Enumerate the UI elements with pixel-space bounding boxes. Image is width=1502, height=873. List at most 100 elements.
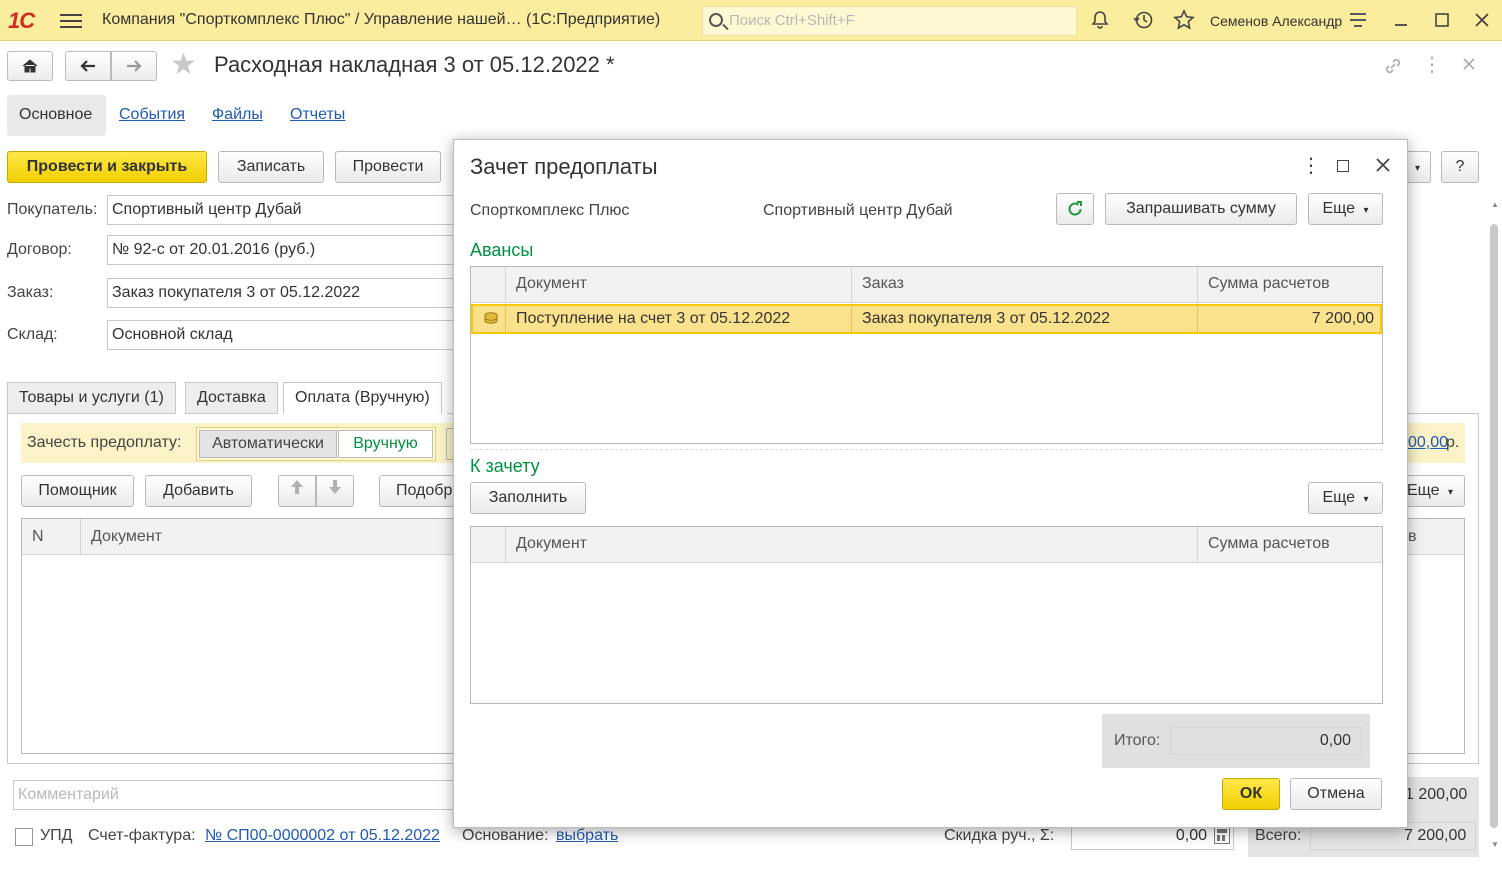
refresh-button[interactable] [1056,193,1094,225]
buyer-field[interactable]: Спортивный центр Дубай [107,195,457,225]
search-placeholder: Поиск Ctrl+Shift+F [729,12,855,29]
1c-logo[interactable]: 1С [8,8,48,34]
warehouse-field[interactable]: Основной склад [107,320,457,350]
favorite-star-icon[interactable]: ★ [170,50,197,80]
invoice-link[interactable]: № СП00-0000002 от 05.12.2022 [205,827,440,845]
ask-sum-button[interactable]: Запрашивать сумму [1105,193,1297,225]
warehouse-label: Склад: [7,326,58,343]
scrollbar-thumb[interactable] [1490,224,1498,828]
advances-col-order[interactable]: Заказ [851,267,1197,303]
add-button[interactable]: Добавить [145,475,252,507]
more-button[interactable]: Еще ▾ [1400,475,1465,507]
organization-label: Спорткомплекс Плюс [470,202,630,219]
move-up-button[interactable] [278,475,316,507]
tab-main-label[interactable]: Основное [19,106,92,124]
prepay-manual-option[interactable]: Вручную [338,430,433,458]
bell-icon[interactable] [1088,9,1112,33]
contract-label: Договор: [7,241,72,258]
advance-order-cell[interactable]: Заказ покупателя 3 от 05.12.2022 [851,306,1197,332]
buyer-label: Покупатель: [7,201,98,218]
dialog-more-icon[interactable]: ⋮ [1301,156,1321,176]
dialog-total-value: 0,00 [1170,727,1362,755]
total-label: Всего: [1255,827,1302,844]
post-and-close-button[interactable]: Провести и закрыть [7,151,207,183]
menu-icon[interactable] [60,10,82,32]
save-button[interactable]: Записать [218,151,324,183]
advances-grid[interactable]: Документ Заказ Сумма расчетов Поступлени… [470,266,1383,444]
ok-button[interactable]: ОК [1222,778,1280,810]
calculator-icon[interactable] [1214,826,1230,844]
order-field[interactable]: Заказ покупателя 3 от 05.12.2022 [107,278,457,308]
search-icon [709,13,723,27]
doc-close-icon[interactable] [1460,55,1478,78]
comment-input[interactable]: Комментарий [13,780,458,810]
search-input[interactable]: Поиск Ctrl+Shift+F [702,6,1077,36]
offset-grid[interactable]: Документ Сумма расчетов [470,526,1383,704]
favorites-star-icon[interactable] [1172,9,1196,33]
dialog-maximize-icon[interactable] [1337,160,1349,172]
upd-label: УПД [40,827,73,844]
upd-checkbox[interactable] [15,828,33,846]
app-title: Компания "Спорткомплекс Плюс" / Управлен… [102,11,661,28]
section-divider [470,449,1383,450]
tab-files[interactable]: Файлы [212,106,263,124]
contract-field[interactable]: № 92-с от 20.01.2016 (руб.) [107,235,457,265]
settings-lines-icon[interactable] [1346,9,1370,33]
more-vertical-icon[interactable]: ⋮ [1422,55,1442,75]
prepay-auto-option[interactable]: Автоматически [199,430,337,458]
link-icon[interactable] [1382,55,1404,82]
invoice-label: Счет-фактура: [88,827,196,844]
prepayment-dialog: Зачет предоплаты ⋮ Спорткомплекс Плюс Сп… [453,139,1408,828]
dialog-more-button[interactable]: Еще ▾ [1308,193,1383,225]
cancel-button[interactable]: Отмена [1290,778,1382,810]
basis-link[interactable]: выбрать [556,827,618,845]
offset-col-sum[interactable]: Сумма расчетов [1197,527,1382,563]
advance-document-cell[interactable]: Поступление на счет 3 от 05.12.2022 [505,306,851,332]
offset-grid-header: Документ Сумма расчетов [471,527,1382,563]
offset-more-button[interactable]: Еще ▾ [1308,482,1383,514]
table-row[interactable]: Поступление на счет 3 от 05.12.2022 Зака… [471,304,1382,334]
home-icon [22,59,38,73]
col-n[interactable]: N [32,528,44,546]
back-button[interactable] [65,51,111,81]
prepay-amount-link[interactable]: 00,00 [1408,434,1448,452]
offset-section-title: К зачету [470,456,540,476]
tab-delivery[interactable]: Доставка [185,382,278,414]
advances-col-sum[interactable]: Сумма расчетов [1197,267,1382,303]
scrollbar[interactable]: ▲ ▼ [1489,200,1499,860]
col-right-fragment[interactable]: в [1408,528,1417,546]
dialog-title: Зачет предоплаты [470,154,658,179]
tab-events[interactable]: События [119,106,185,124]
forward-button[interactable] [111,51,157,81]
advances-col-document[interactable]: Документ [505,267,851,303]
move-down-button[interactable] [316,475,354,507]
minimize-icon[interactable] [1389,9,1413,33]
help-button[interactable]: ? [1441,151,1479,183]
tab-reports[interactable]: Отчеты [290,106,345,124]
tab-goods[interactable]: Товары и услуги (1) [7,382,176,414]
dialog-close-icon[interactable] [1374,156,1392,179]
maximize-icon[interactable] [1430,9,1454,33]
col-document[interactable]: Документ [91,528,162,546]
chevron-down-icon: ▾ [1448,487,1454,498]
history-icon[interactable] [1131,9,1155,33]
col-divider [80,519,81,555]
counterparty-label: Спортивный центр Дубай [763,202,953,219]
title-bar: 1С Компания "Спорткомплекс Плюс" / Управ… [0,0,1502,41]
tab-payment[interactable]: Оплата (Вручную) [283,382,442,414]
advance-sum-cell[interactable]: 7 200,00 [1197,306,1382,332]
arrow-left-icon [80,60,95,72]
more-dropdown-button[interactable]: ▾ [1405,151,1431,183]
pick-button[interactable]: Подобр [379,475,459,507]
arrow-down-icon [329,480,341,494]
more-label: Еще [1322,200,1356,217]
offset-col-document[interactable]: Документ [505,527,1197,563]
helper-button[interactable]: Помощник [21,475,134,507]
chevron-down-icon: ▾ [1363,494,1369,505]
fill-button[interactable]: Заполнить [470,482,586,514]
chevron-down-icon: ▾ [1363,205,1369,216]
home-button[interactable] [7,51,53,81]
close-icon[interactable] [1470,9,1494,33]
post-button[interactable]: Провести [335,151,441,183]
user-name[interactable]: Семенов Александр [1210,13,1342,29]
